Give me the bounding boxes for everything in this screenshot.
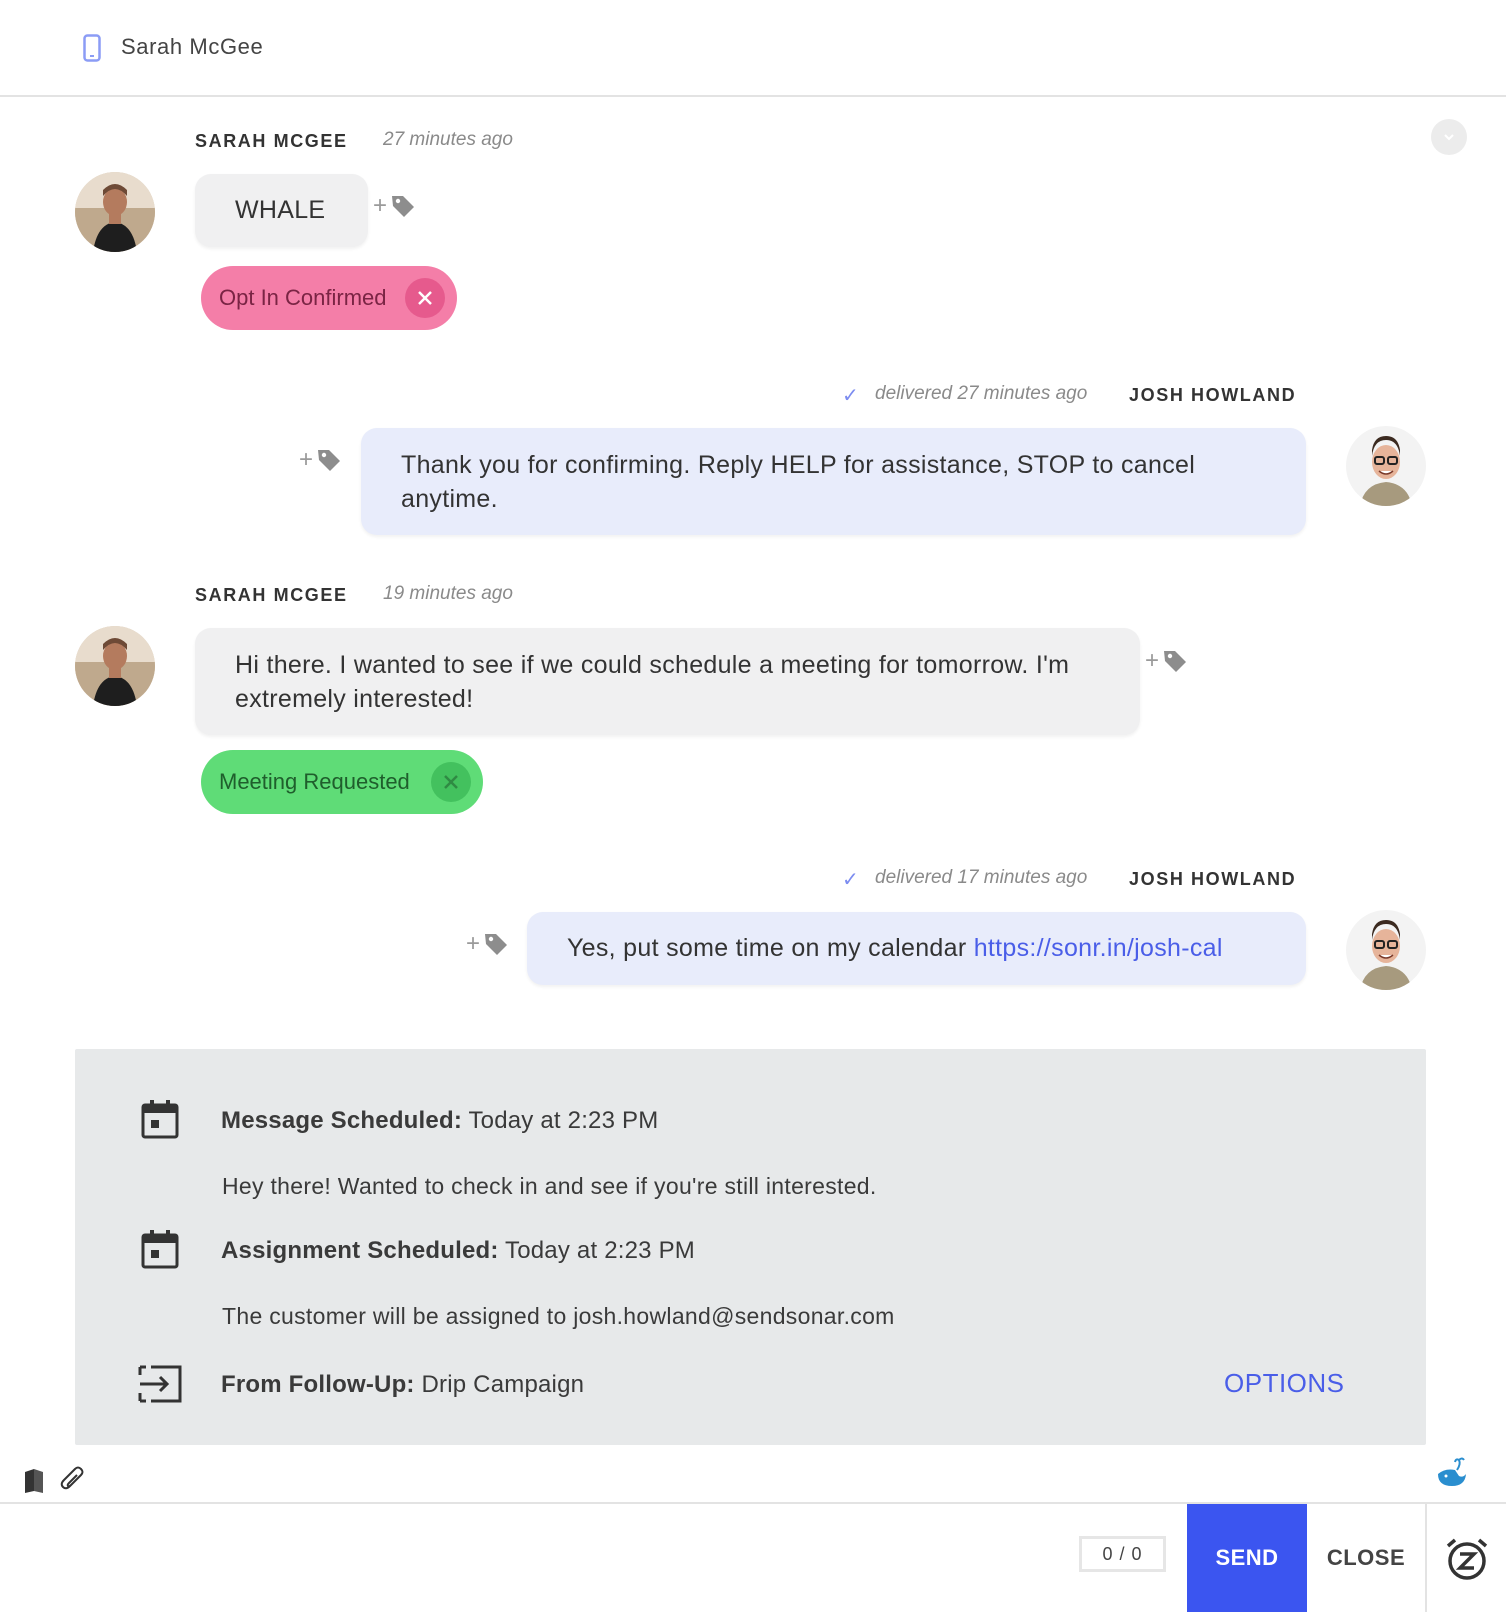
tag-label: Opt In Confirmed <box>219 285 387 310</box>
close-conversation-button[interactable]: CLOSE <box>1307 1504 1427 1612</box>
scheduled-message-text: Hey there! Wanted to check in and see if… <box>222 1173 877 1199</box>
assignment-scheduled-line: Assignment Scheduled: Today at 2:23 PM <box>221 1237 695 1265</box>
calendar-link[interactable]: https://sonr.in/josh-cal <box>974 934 1223 962</box>
contact-name: Sarah McGee <box>121 34 264 59</box>
close-icon <box>444 775 458 789</box>
avatar <box>75 626 155 706</box>
assignment-scheduled-label: Assignment Scheduled: <box>221 1237 499 1264</box>
tag-chip-opt-in: Opt In Confirmed <box>201 266 457 330</box>
chevron-down-icon <box>1444 134 1454 141</box>
message-bubble: Yes, put some time on my calendar https:… <box>527 912 1306 985</box>
remove-tag-button[interactable] <box>431 762 471 802</box>
send-button[interactable]: SEND <box>1187 1504 1307 1612</box>
follow-up-line: From Follow-Up: Drip Campaign <box>221 1371 584 1399</box>
attachment-icon[interactable] <box>60 1466 86 1494</box>
plus-icon: + <box>299 446 314 473</box>
message-scheduled-label: Message Scheduled: <box>221 1107 463 1134</box>
follow-up-value: Drip Campaign <box>414 1371 585 1398</box>
close-icon <box>418 291 432 305</box>
message-scheduled-line: Message Scheduled: Today at 2:23 PM <box>221 1107 658 1135</box>
plus-icon: + <box>1145 647 1160 674</box>
message-text: Yes, put some time on my calendar <box>567 934 974 962</box>
message-time: 19 minutes ago <box>383 583 513 604</box>
tag-label: Meeting Requested <box>219 769 410 794</box>
collapse-button[interactable] <box>1431 119 1467 155</box>
message-bubble: Thank you for confirming. Reply HELP for… <box>361 428 1306 535</box>
delivered-check-icon: ✓ <box>842 869 859 891</box>
tag-icon <box>318 450 341 471</box>
assignment-scheduled-time: Today at 2:23 PM <box>498 1237 695 1264</box>
plus-icon: + <box>466 930 481 957</box>
delivered-check-icon: ✓ <box>842 385 859 407</box>
follow-up-label: From Follow-Up: <box>221 1371 415 1398</box>
avatar <box>1346 426 1426 506</box>
avatar <box>1346 910 1426 990</box>
add-tag-button[interactable]: + <box>373 193 416 219</box>
message-time: 27 minutes ago <box>383 129 513 150</box>
message-bubble: Hi there. I wanted to see if we could sc… <box>195 628 1140 735</box>
plus-icon: + <box>373 192 388 219</box>
add-tag-button[interactable]: + <box>466 931 509 957</box>
message-time: delivered 17 minutes ago <box>875 867 1088 888</box>
remove-tag-button[interactable] <box>405 278 445 318</box>
message-sender: JOSH HOWLAND <box>1129 385 1297 405</box>
tag-icon <box>1164 651 1187 672</box>
message-sender: JOSH HOWLAND <box>1129 869 1297 889</box>
tag-chip-meeting-requested: Meeting Requested <box>201 750 483 814</box>
calendar-icon <box>141 1230 179 1269</box>
assignment-text: The customer will be assigned to josh.ho… <box>222 1303 895 1329</box>
message-bubble: WHALE <box>195 174 368 247</box>
message-scheduled-time: Today at 2:23 PM <box>462 1107 659 1134</box>
add-tag-button[interactable]: + <box>299 447 342 473</box>
book-icon[interactable] <box>22 1468 46 1494</box>
options-link[interactable]: OPTIONS <box>1224 1368 1345 1399</box>
tag-icon <box>485 934 508 955</box>
message-sender: SARAH MCGEE <box>195 131 348 151</box>
calendar-icon <box>141 1100 179 1139</box>
tag-icon <box>392 196 415 217</box>
message-time: delivered 27 minutes ago <box>875 383 1088 404</box>
character-counter: 0 / 0 <box>1079 1536 1166 1572</box>
avatar <box>75 172 155 252</box>
phone-icon <box>83 34 101 62</box>
add-tag-button[interactable]: + <box>1145 648 1188 674</box>
whale-icon <box>1438 1457 1466 1486</box>
snooze-icon[interactable] <box>1444 1536 1490 1582</box>
message-sender: SARAH MCGEE <box>195 585 348 605</box>
follow-up-icon <box>138 1365 182 1403</box>
conversation-header: Sarah McGee <box>0 0 1506 97</box>
